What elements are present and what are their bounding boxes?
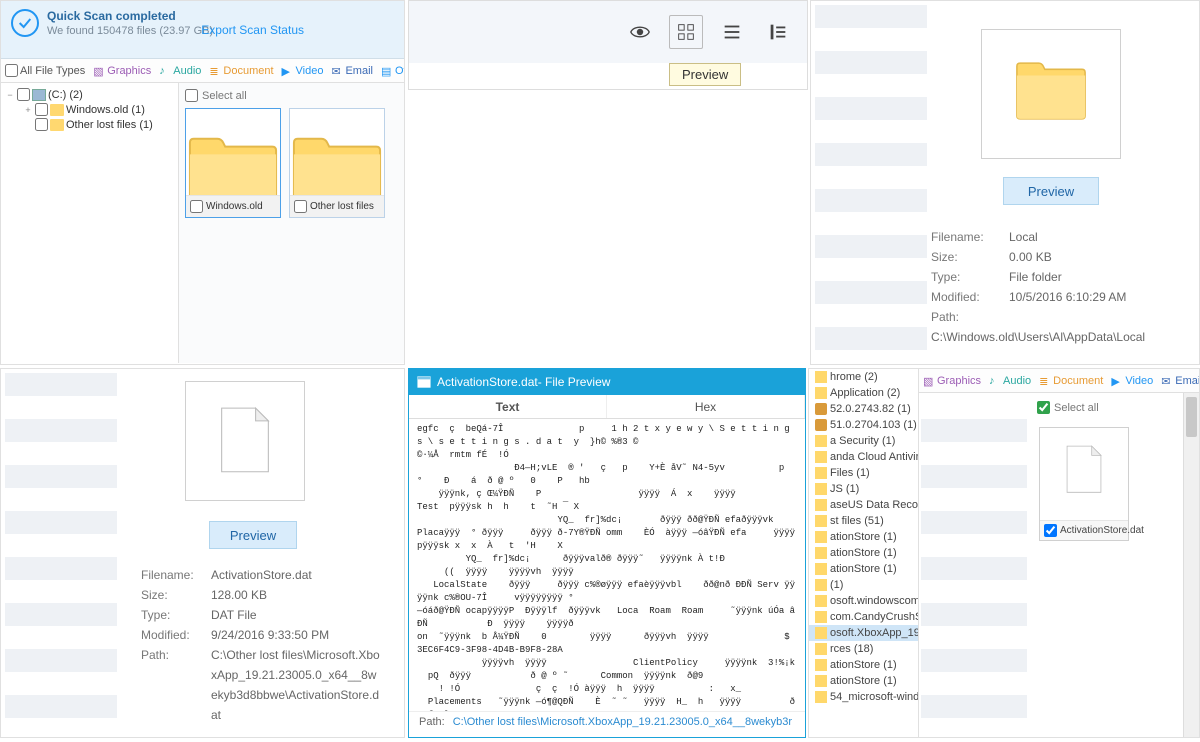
tree-item[interactable]: osoft.XboxApp_19.21. (809, 625, 918, 641)
tree-item[interactable]: Files (1) (809, 465, 918, 481)
tree-child[interactable]: Other lost files (1) (5, 117, 174, 132)
file-meta-block: Filename:Local Size:0.00 KB Type:File fo… (931, 227, 1199, 347)
tab-hex[interactable]: Hex (607, 395, 805, 418)
folder-preview-thumb (981, 29, 1121, 159)
scan-title: Quick Scan completed (47, 9, 213, 23)
tree-item[interactable]: anda Cloud Antivirus (809, 449, 918, 465)
tree-item[interactable]: st files (51) (809, 513, 918, 529)
tree-item[interactable]: Application (2) (809, 385, 918, 401)
select-all-checkbox[interactable]: Select all (185, 89, 398, 102)
file-thumb (185, 381, 305, 501)
tree-item[interactable]: com.CandyCrushSod (809, 609, 918, 625)
export-scan-link[interactable]: Export Scan Status (201, 23, 304, 37)
tree-item[interactable]: a Security (1) (809, 433, 918, 449)
file-preview-panel: Preview Filename:ActivationStore.dat Siz… (0, 368, 405, 738)
text-preview-body[interactable]: egfc ç beQá-7Î p 1 h 2 t x y e w y \ S e… (409, 419, 805, 711)
folder-tree[interactable]: −(C:) (2) +Windows.old (1) Other lost fi… (1, 83, 179, 363)
filter-video[interactable]: ▶Video (282, 65, 324, 77)
preview-tabbar: Text Hex (409, 395, 805, 419)
checkmark-icon (11, 9, 39, 37)
eye-icon[interactable] (623, 15, 657, 49)
window-icon (417, 375, 431, 389)
tree-item[interactable]: ationStore (1) (809, 545, 918, 561)
filter-other[interactable]: ▤Ot (381, 65, 404, 77)
tree-item[interactable]: aseUS Data Recovery (809, 497, 918, 513)
scan-header: Quick Scan completed We found 150478 fil… (1, 1, 404, 59)
tree-item[interactable]: ationStore (1) (809, 657, 918, 673)
folder-thumb-windows-old[interactable]: Windows.old (185, 108, 281, 218)
preview-tooltip: Preview (669, 63, 741, 86)
grid-view-icon[interactable] (669, 15, 703, 49)
scan-subtitle: We found 150478 files (23.97 GB) (47, 25, 213, 37)
tree-item[interactable]: ationStore (1) (809, 561, 918, 577)
filter-video[interactable]: ▶Video (1111, 375, 1153, 387)
file-thumb-activationstore[interactable]: ActivationStore.dat (1039, 427, 1129, 541)
tree-item[interactable]: 52.0.2743.82 (1) (809, 401, 918, 417)
window-titlebar[interactable]: ActivationStore.dat- File Preview (409, 369, 805, 395)
vertical-scrollbar[interactable] (1183, 393, 1199, 737)
stripe-list (5, 373, 117, 733)
detail-view-icon[interactable] (761, 15, 795, 49)
tree-item[interactable]: 54_microsoft-window (809, 689, 918, 705)
tree-item[interactable]: rces (18) (809, 641, 918, 657)
toolbar-panel: Preview (408, 0, 808, 90)
folder-tree-column[interactable]: hrome (2)Application (2)52.0.2743.82 (1)… (809, 369, 919, 737)
tab-text[interactable]: Text (409, 395, 607, 418)
folder-preview-panel: Preview Filename:Local Size:0.00 KB Type… (810, 0, 1200, 365)
filter-graphics[interactable]: ▧Graphics (923, 375, 981, 387)
hex-preview-window: ActivationStore.dat- File Preview Text H… (408, 368, 806, 738)
filter-document[interactable]: ≣Document (1039, 375, 1103, 387)
tree-child[interactable]: +Windows.old (1) (5, 102, 174, 117)
preview-button[interactable]: Preview (1003, 177, 1099, 205)
path-bar: Path:C:\Other lost files\Microsoft.XboxA… (409, 711, 805, 737)
tree-item[interactable]: hrome (2) (809, 369, 918, 385)
tree-item[interactable]: ationStore (1) (809, 673, 918, 689)
filter-audio[interactable]: ♪Audio (159, 65, 201, 77)
filter-email[interactable]: ✉Email (1161, 375, 1200, 387)
list-view-icon[interactable] (715, 15, 749, 49)
tree-root[interactable]: −(C:) (2) (5, 87, 174, 102)
scan-results-panel: Quick Scan completed We found 150478 fil… (0, 0, 405, 365)
filter-document[interactable]: ≣Document (209, 65, 273, 77)
stripe-list (815, 5, 927, 360)
file-type-filter-row: ▧Graphics ♪Audio ≣Document ▶Video ✉Email… (919, 369, 1200, 393)
folder-thumb-other-lost[interactable]: Other lost files (289, 108, 385, 218)
filter-all[interactable]: All File Types (5, 64, 85, 77)
tree-item[interactable]: (1) (809, 577, 918, 593)
file-meta-block: Filename:ActivationStore.dat Size:128.00… (141, 565, 391, 725)
file-type-filter-row: All File Types ▧Graphics ♪Audio ≣Documen… (1, 59, 404, 83)
select-all-checkbox[interactable]: Select all (1037, 401, 1099, 414)
folder-thumbnails: Select all Windows.old Other lost files (179, 83, 404, 363)
stripe-list (921, 419, 1027, 738)
filter-graphics[interactable]: ▧Graphics (93, 65, 151, 77)
tree-item[interactable]: JS (1) (809, 481, 918, 497)
tree-item[interactable]: ationStore (1) (809, 529, 918, 545)
filter-audio[interactable]: ♪Audio (989, 375, 1031, 387)
preview-button[interactable]: Preview (209, 521, 297, 549)
tree-item[interactable]: 51.0.2704.103 (1) (809, 417, 918, 433)
filter-email[interactable]: ✉Email (331, 65, 373, 77)
tree-item[interactable]: osoft.windowscommu (809, 593, 918, 609)
file-browser-panel: hrome (2)Application (2)52.0.2743.82 (1)… (808, 368, 1200, 738)
